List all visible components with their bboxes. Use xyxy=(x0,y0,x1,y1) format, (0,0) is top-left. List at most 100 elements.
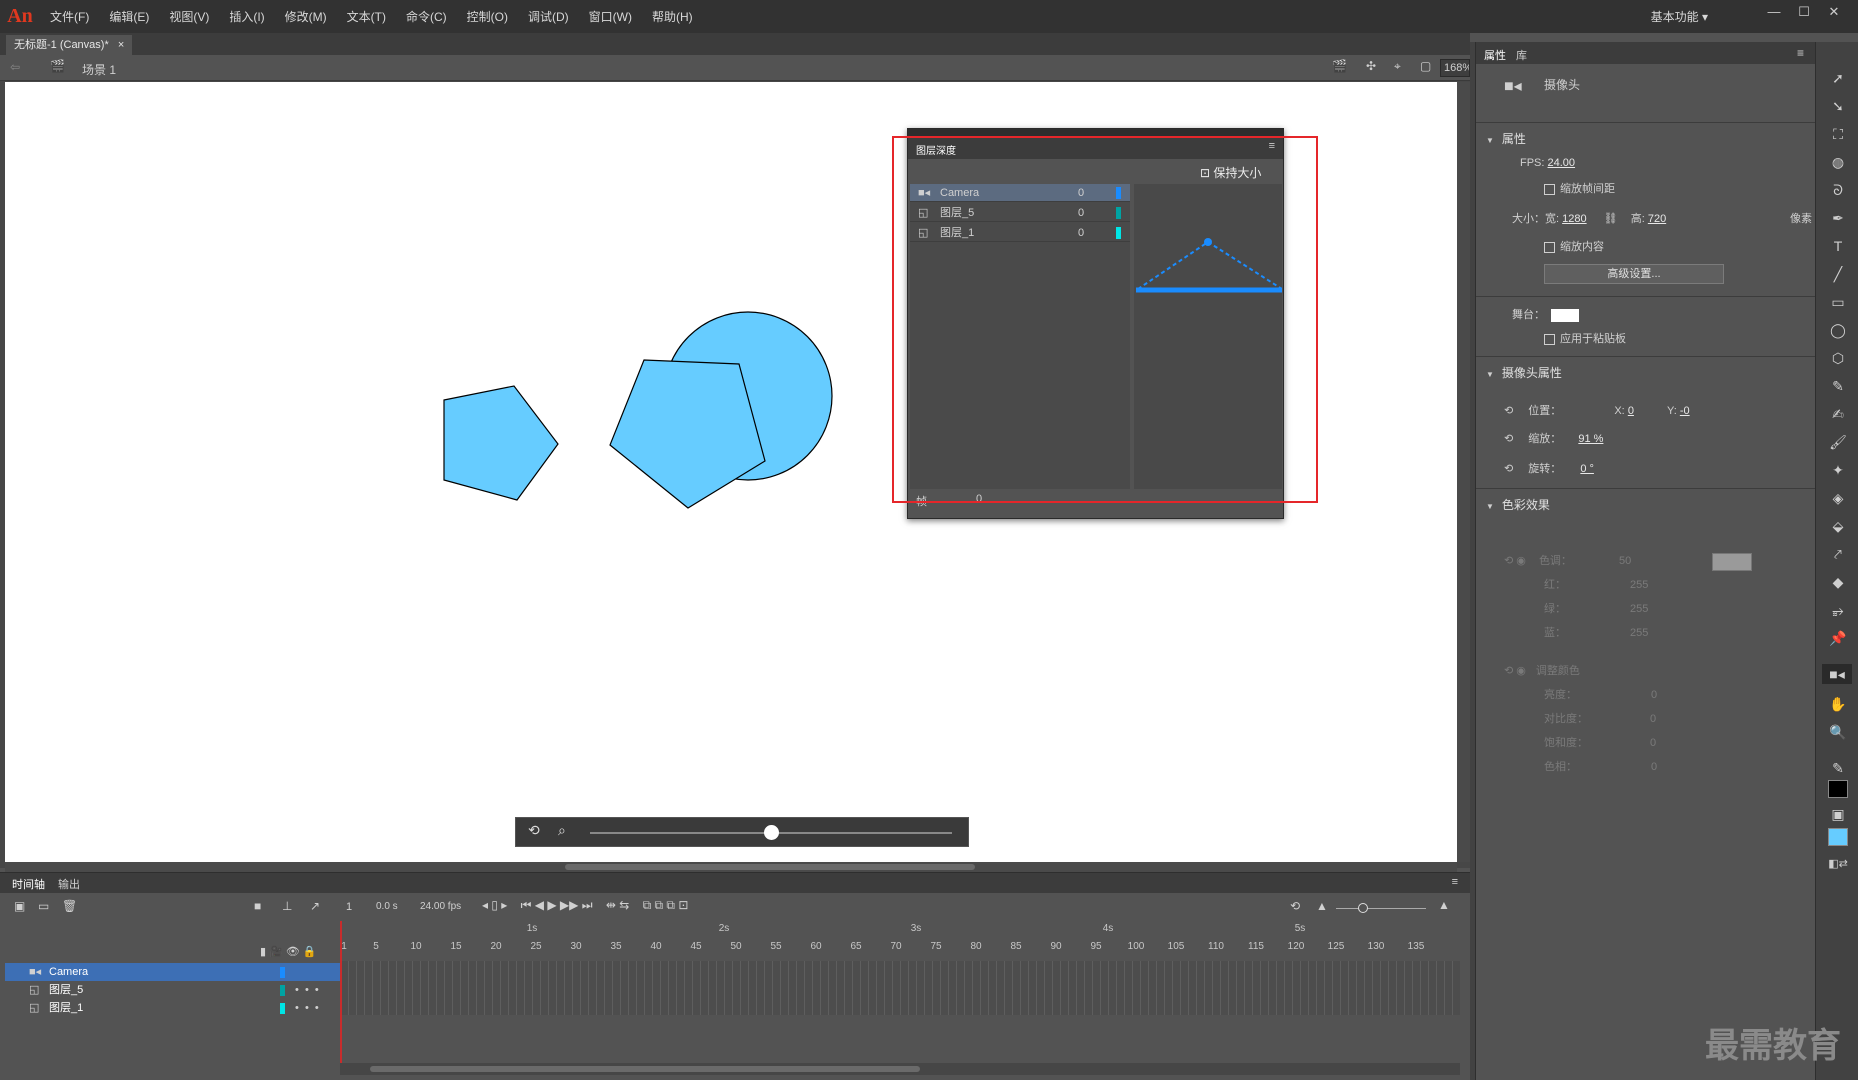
stage-color-swatch[interactable] xyxy=(1551,308,1579,322)
frame-rate[interactable]: 24.00 fps xyxy=(420,901,461,912)
frame-grid[interactable] xyxy=(340,961,1460,1015)
stroke-color-icon[interactable]: ✎ xyxy=(1828,758,1848,778)
rectangle-tool-icon[interactable]: ▭ xyxy=(1828,292,1848,312)
current-time[interactable]: 0.0 s xyxy=(376,901,398,912)
frame-ruler[interactable]: 1s 2s 3s 4s 5s 1 5 10 15 20 25 30 35 40 45 50 55 60 65 70 7… xyxy=(340,923,1460,961)
tab-output[interactable]: 输出 xyxy=(58,876,80,892)
camera-tool-icon[interactable]: ■◂ xyxy=(1822,664,1852,684)
camera-layer-icon[interactable]: 🎥 xyxy=(269,946,283,958)
section-properties[interactable]: 属性 xyxy=(1486,130,1526,147)
layer-state-dots[interactable]: • • • xyxy=(295,981,319,999)
fill-color-swatch[interactable] xyxy=(1828,828,1848,846)
layer-color-marker[interactable] xyxy=(280,985,285,996)
close-window-icon[interactable]: ✕ xyxy=(1820,4,1848,24)
paint-bucket-icon[interactable]: ◈ xyxy=(1828,488,1848,508)
menu-item[interactable]: 插入(I) xyxy=(219,8,274,25)
center-stage-icon[interactable]: ⌖ xyxy=(1394,59,1401,74)
ink-bottle-icon[interactable]: ⬙ xyxy=(1828,516,1848,536)
tab-properties[interactable]: 属性 xyxy=(1484,47,1506,63)
props-menu-icon[interactable]: ≡ xyxy=(1797,46,1804,60)
timeline-hscroll-thumb[interactable] xyxy=(370,1066,920,1072)
tab-library[interactable]: 库 xyxy=(1516,47,1527,63)
tint-color-swatch[interactable] xyxy=(1712,553,1752,571)
menu-item[interactable]: 窗口(W) xyxy=(579,8,642,25)
swap-colors-icon[interactable]: ◧⇄ xyxy=(1828,854,1848,874)
hscroll-thumb[interactable] xyxy=(565,864,975,870)
pencil-tool-icon[interactable]: ✎ xyxy=(1828,376,1848,396)
reset-position-icon[interactable]: ⟲ xyxy=(1504,405,1513,417)
layer-color-marker[interactable] xyxy=(280,967,285,978)
lasso-icon[interactable]: ᘐ xyxy=(1828,180,1848,200)
link-icon[interactable]: ⛓ xyxy=(1604,213,1618,225)
timeline-menu-icon[interactable]: ≡ xyxy=(1452,876,1458,888)
playback-controls[interactable]: ◂ ▯ ▸ ⏮ ◀ ▶ ▶▶ ⏭ ⇹ ⇆ ⧉ ⧉ ⧉ ⊡ xyxy=(482,898,688,913)
free-transform-icon[interactable]: ⛶ xyxy=(1828,124,1848,144)
maximize-icon[interactable]: ☐ xyxy=(1790,4,1818,24)
text-tool-icon[interactable]: T xyxy=(1828,236,1848,256)
polystar-tool-icon[interactable]: ⬡ xyxy=(1828,348,1848,368)
advanced-settings-button[interactable]: 高级设置... xyxy=(1544,264,1724,284)
section-color-effect[interactable]: 色彩效果 xyxy=(1486,496,1550,513)
subselection-tool-icon[interactable]: ➘ xyxy=(1828,96,1848,116)
stroke-color-swatch[interactable] xyxy=(1828,780,1848,798)
loop-icon[interactable]: ⟲ xyxy=(1290,899,1300,913)
visibility-eye-icon[interactable]: 👁 xyxy=(286,946,300,958)
menu-item[interactable]: 命令(C) xyxy=(396,8,457,25)
highlight-icon[interactable]: ▮ xyxy=(260,946,266,958)
back-arrow-icon[interactable]: ⇦ xyxy=(10,60,20,74)
paint-brush-icon[interactable]: ✍ xyxy=(1828,404,1848,424)
new-layer-icon[interactable]: ▣ xyxy=(14,899,25,913)
zoom-in-icon[interactable]: ▲ xyxy=(1438,898,1450,912)
delete-layer-icon[interactable]: 🗑 xyxy=(62,899,77,913)
reset-rotate-icon[interactable]: ⟲ xyxy=(1504,463,1513,475)
scale-spans-checkbox[interactable]: 缩放帧间距 xyxy=(1544,180,1615,198)
scale-content-checkbox[interactable]: 缩放内容 xyxy=(1544,238,1604,256)
section-camera[interactable]: 摄像头属性 xyxy=(1486,364,1562,381)
camera-rotate-icon[interactable]: ⟲ xyxy=(528,822,540,839)
timeline-layer-row[interactable]: ◱ 图层_1 • • • xyxy=(5,999,340,1017)
zoom-out-icon[interactable]: ▲ xyxy=(1316,899,1328,913)
menu-item[interactable]: 调试(D) xyxy=(518,8,579,25)
document-tab[interactable]: 无标题-1 (Canvas)* × xyxy=(6,35,133,55)
asset-warp-icon[interactable]: 📌 xyxy=(1828,628,1848,648)
graph-icon[interactable]: ↗ xyxy=(310,899,320,913)
layer-color-marker[interactable] xyxy=(280,1003,285,1014)
zoom-tool-icon[interactable]: 🔍 xyxy=(1828,722,1848,742)
workspace-switcher[interactable]: 基本功能 ▾ xyxy=(1651,8,1708,25)
menu-item[interactable]: 编辑(E) xyxy=(99,8,159,25)
3d-rotation-icon[interactable]: ◍ xyxy=(1828,152,1848,172)
edit-scene-icon[interactable]: 🎬 xyxy=(1332,59,1347,73)
width-tool-icon[interactable]: ⥵ xyxy=(1828,600,1848,620)
reset-zoom-icon[interactable]: ⟲ xyxy=(1504,433,1513,445)
selection-tool-icon[interactable]: ➚ xyxy=(1828,68,1848,88)
playhead[interactable] xyxy=(340,921,342,1071)
menu-item[interactable]: 视图(V) xyxy=(159,8,219,25)
timeline-layer-row[interactable]: ■◂ Camera xyxy=(5,963,340,981)
fill-color-icon[interactable]: ▣ xyxy=(1828,804,1848,824)
eraser-icon[interactable]: ◆ xyxy=(1828,572,1848,592)
close-tab-icon[interactable]: × xyxy=(118,39,124,51)
camera-toggle-icon[interactable]: ■ xyxy=(254,899,261,913)
parent-view-icon[interactable]: ⊥ xyxy=(282,899,292,913)
timeline-hscroll[interactable] xyxy=(340,1063,1460,1075)
stage-horizontal-scrollbar[interactable] xyxy=(5,862,1457,872)
lock-icon[interactable]: 🔒 xyxy=(303,946,317,958)
new-folder-icon[interactable]: ▭ xyxy=(38,899,49,913)
minimize-icon[interactable]: — xyxy=(1760,4,1788,24)
oval-tool-icon[interactable]: ◯ xyxy=(1828,320,1848,340)
eyedropper-icon[interactable]: ⤤ xyxy=(1828,544,1848,564)
line-tool-icon[interactable]: ╱ xyxy=(1828,264,1848,284)
pen-tool-icon[interactable]: ✒ xyxy=(1828,208,1848,228)
menu-item[interactable]: 控制(O) xyxy=(457,8,518,25)
camera-zoom-icon[interactable]: ⌕ xyxy=(558,822,566,839)
timeline-zoom-handle[interactable] xyxy=(1358,903,1368,913)
stage-vertical-scrollbar[interactable] xyxy=(1457,82,1470,862)
hand-tool-icon[interactable]: ✋ xyxy=(1828,694,1848,714)
clip-icon[interactable]: ▢ xyxy=(1420,59,1431,73)
menu-item[interactable]: 修改(M) xyxy=(275,8,337,25)
menu-item[interactable]: 帮助(H) xyxy=(642,8,703,25)
bone-tool-icon[interactable]: ✦ xyxy=(1828,460,1848,480)
timeline-zoom-track[interactable] xyxy=(1336,908,1426,909)
timeline-layer-row[interactable]: ◱ 图层_5 • • • xyxy=(5,981,340,999)
edit-symbol-icon[interactable]: ✣ xyxy=(1366,59,1376,73)
